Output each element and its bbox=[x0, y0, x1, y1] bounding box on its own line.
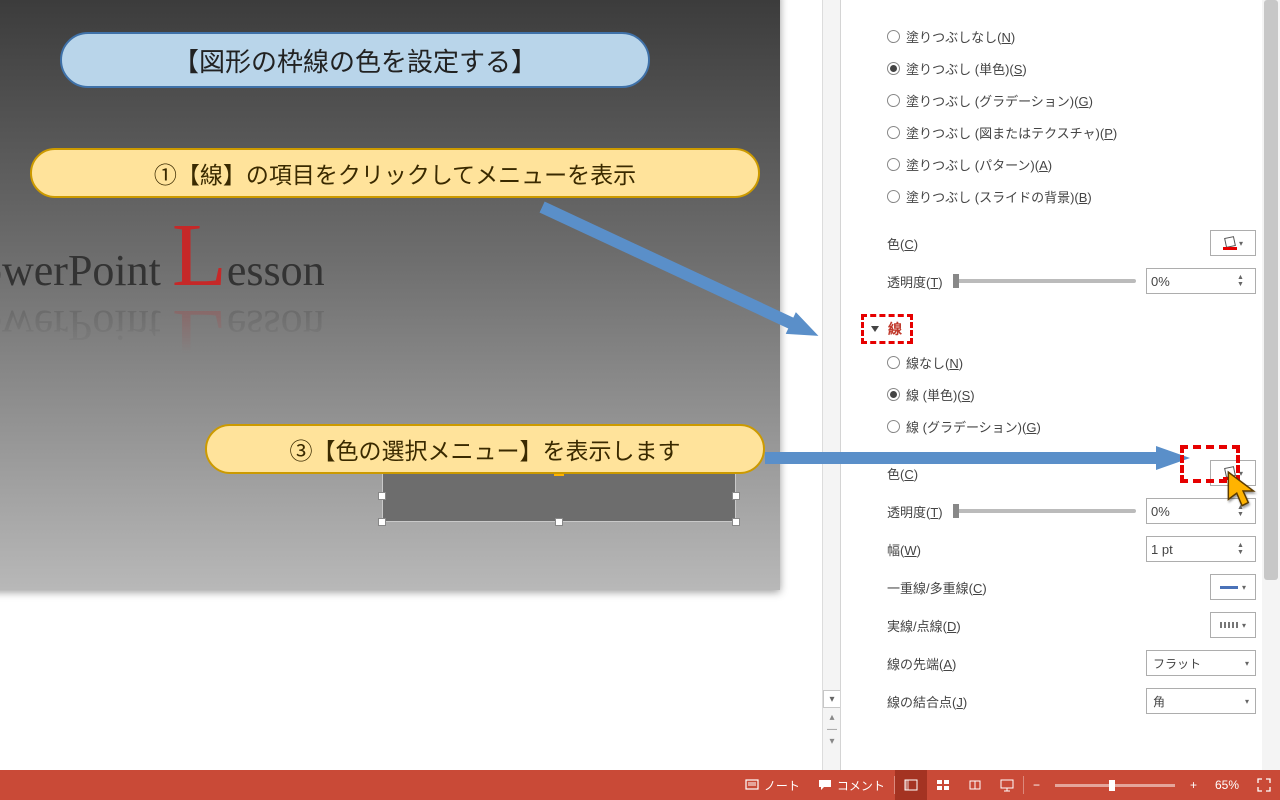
line-section-title: 線 bbox=[888, 319, 902, 339]
notes-icon bbox=[745, 778, 759, 792]
fill-solid-radio[interactable]: 塗りつぶし (単色)(S) bbox=[887, 52, 1256, 84]
line-transparency-row: 透明度(T) 0% ▲▼ bbox=[887, 492, 1256, 530]
comments-button[interactable]: コメント bbox=[809, 770, 894, 800]
resize-handle-sw[interactable] bbox=[378, 518, 386, 526]
fill-transparency-input[interactable]: 0% ▲▼ bbox=[1146, 268, 1256, 294]
annotation-step1: ①【線】の項目をクリックしてメニューを表示 bbox=[30, 148, 760, 198]
line-cap-combo[interactable]: フラット ▾ bbox=[1146, 650, 1256, 676]
line-join-row: 線の結合点(J) 角 ▾ bbox=[887, 682, 1256, 720]
zoom-in-button[interactable]: + bbox=[1181, 770, 1206, 800]
slide-nav-chevrons[interactable]: ▴—▾ bbox=[823, 712, 841, 748]
line-cap-row: 線の先端(A) フラット ▾ bbox=[887, 644, 1256, 682]
resize-handle-e[interactable] bbox=[732, 492, 740, 500]
fill-transparency-slider[interactable] bbox=[953, 279, 1136, 283]
selected-shape[interactable] bbox=[382, 470, 736, 522]
normal-view-icon bbox=[904, 778, 918, 792]
slide-canvas[interactable]: owerPoint Lesson owerPoint Lesson bbox=[0, 0, 780, 590]
line-none-radio[interactable]: 線なし(N) bbox=[887, 346, 1256, 378]
resize-handle-se[interactable] bbox=[732, 518, 740, 526]
dash-pattern-icon bbox=[1220, 622, 1238, 628]
slide-title: owerPoint Lesson bbox=[0, 220, 430, 296]
slide-title-suffix: esson bbox=[227, 246, 325, 295]
slideshow-button[interactable] bbox=[991, 770, 1023, 800]
fill-picture-radio[interactable]: 塗りつぶし (図またはテクスチャ)(P) bbox=[887, 116, 1256, 148]
zoom-out-button[interactable]: − bbox=[1024, 770, 1049, 800]
resize-handle-s[interactable] bbox=[555, 518, 563, 526]
slide-title-big-letter: L bbox=[172, 220, 227, 292]
editor-scrollbar[interactable]: ▾ ▴—▾ bbox=[822, 0, 840, 770]
resize-handle-w[interactable] bbox=[378, 492, 386, 500]
fill-slidebg-radio[interactable]: 塗りつぶし (スライドの背景)(B) bbox=[887, 180, 1256, 212]
scrollbar-thumb[interactable] bbox=[1264, 0, 1278, 580]
spinner-icon[interactable]: ▲▼ bbox=[1237, 542, 1251, 556]
slide-editor: owerPoint Lesson owerPoint Lesson ▾ ▴—▾ bbox=[0, 0, 840, 770]
dropdown-icon: ▾ bbox=[1242, 621, 1246, 630]
comment-icon bbox=[818, 778, 832, 792]
line-solid-radio[interactable]: 線 (単色)(S) bbox=[887, 378, 1256, 410]
reading-view-icon bbox=[968, 778, 982, 792]
line-section-header[interactable]: 線 bbox=[861, 312, 1256, 346]
line-width-input[interactable]: 1 pt ▲▼ bbox=[1146, 536, 1256, 562]
compound-line-icon bbox=[1220, 586, 1238, 589]
fill-transparency-row: 透明度(T) 0% ▲▼ bbox=[887, 262, 1256, 300]
fit-to-window-button[interactable] bbox=[1248, 770, 1280, 800]
dropdown-icon: ▾ bbox=[1245, 697, 1249, 706]
dropdown-icon: ▾ bbox=[1239, 239, 1243, 248]
notes-button[interactable]: ノート bbox=[736, 770, 809, 800]
slide-title-reflection: owerPoint Lesson bbox=[0, 300, 430, 376]
line-dash-combo[interactable]: ▾ bbox=[1210, 612, 1256, 638]
pane-scrollbar[interactable] bbox=[1262, 0, 1280, 770]
slide-sorter-button[interactable] bbox=[927, 770, 959, 800]
fill-pattern-radio[interactable]: 塗りつぶし (パターン)(A) bbox=[887, 148, 1256, 180]
dropdown-icon: ▾ bbox=[1245, 659, 1249, 668]
zoom-percent[interactable]: 65% bbox=[1206, 770, 1248, 800]
line-compound-combo[interactable]: ▾ bbox=[1210, 574, 1256, 600]
reading-view-button[interactable] bbox=[959, 770, 991, 800]
fill-color-button[interactable]: ▾ bbox=[1210, 230, 1256, 256]
line-compound-row: 一重線/多重線(C) ▾ bbox=[887, 568, 1256, 606]
paint-bucket-icon bbox=[1223, 237, 1237, 249]
annotation-step3: ③【色の選択メニュー】を表示します bbox=[205, 424, 765, 474]
status-bar: ノート コメント − + 65% bbox=[0, 770, 1280, 800]
fit-window-icon bbox=[1257, 778, 1271, 792]
line-join-combo[interactable]: 角 ▾ bbox=[1146, 688, 1256, 714]
line-dash-row: 実線/点線(D) ▾ bbox=[887, 606, 1256, 644]
slide-sorter-icon bbox=[936, 778, 950, 792]
fill-color-row: 色(C) ▾ bbox=[887, 224, 1256, 262]
annotation-title: 【図形の枠線の色を設定する】 bbox=[60, 32, 650, 88]
slide-title-prefix: owerPoint bbox=[0, 246, 172, 295]
dropdown-icon: ▾ bbox=[1242, 583, 1246, 592]
zoom-slider[interactable] bbox=[1055, 784, 1175, 787]
scroll-down-icon[interactable]: ▾ bbox=[823, 690, 841, 708]
fill-gradient-radio[interactable]: 塗りつぶし (グラデーション)(G) bbox=[887, 84, 1256, 116]
line-gradient-radio[interactable]: 線 (グラデーション)(G) bbox=[887, 410, 1256, 442]
line-width-row: 幅(W) 1 pt ▲▼ bbox=[887, 530, 1256, 568]
slideshow-icon bbox=[1000, 778, 1014, 792]
fill-none-radio[interactable]: 塗りつぶしなし(N) bbox=[887, 20, 1256, 52]
cursor-pointer-icon bbox=[1225, 470, 1259, 512]
caret-down-icon bbox=[871, 326, 879, 332]
spinner-icon[interactable]: ▲▼ bbox=[1237, 274, 1251, 288]
line-transparency-slider[interactable] bbox=[953, 509, 1136, 513]
normal-view-button[interactable] bbox=[895, 770, 927, 800]
format-shape-pane: 塗りつぶしなし(N) 塗りつぶし (単色)(S) 塗りつぶし (グラデーション)… bbox=[840, 0, 1280, 770]
